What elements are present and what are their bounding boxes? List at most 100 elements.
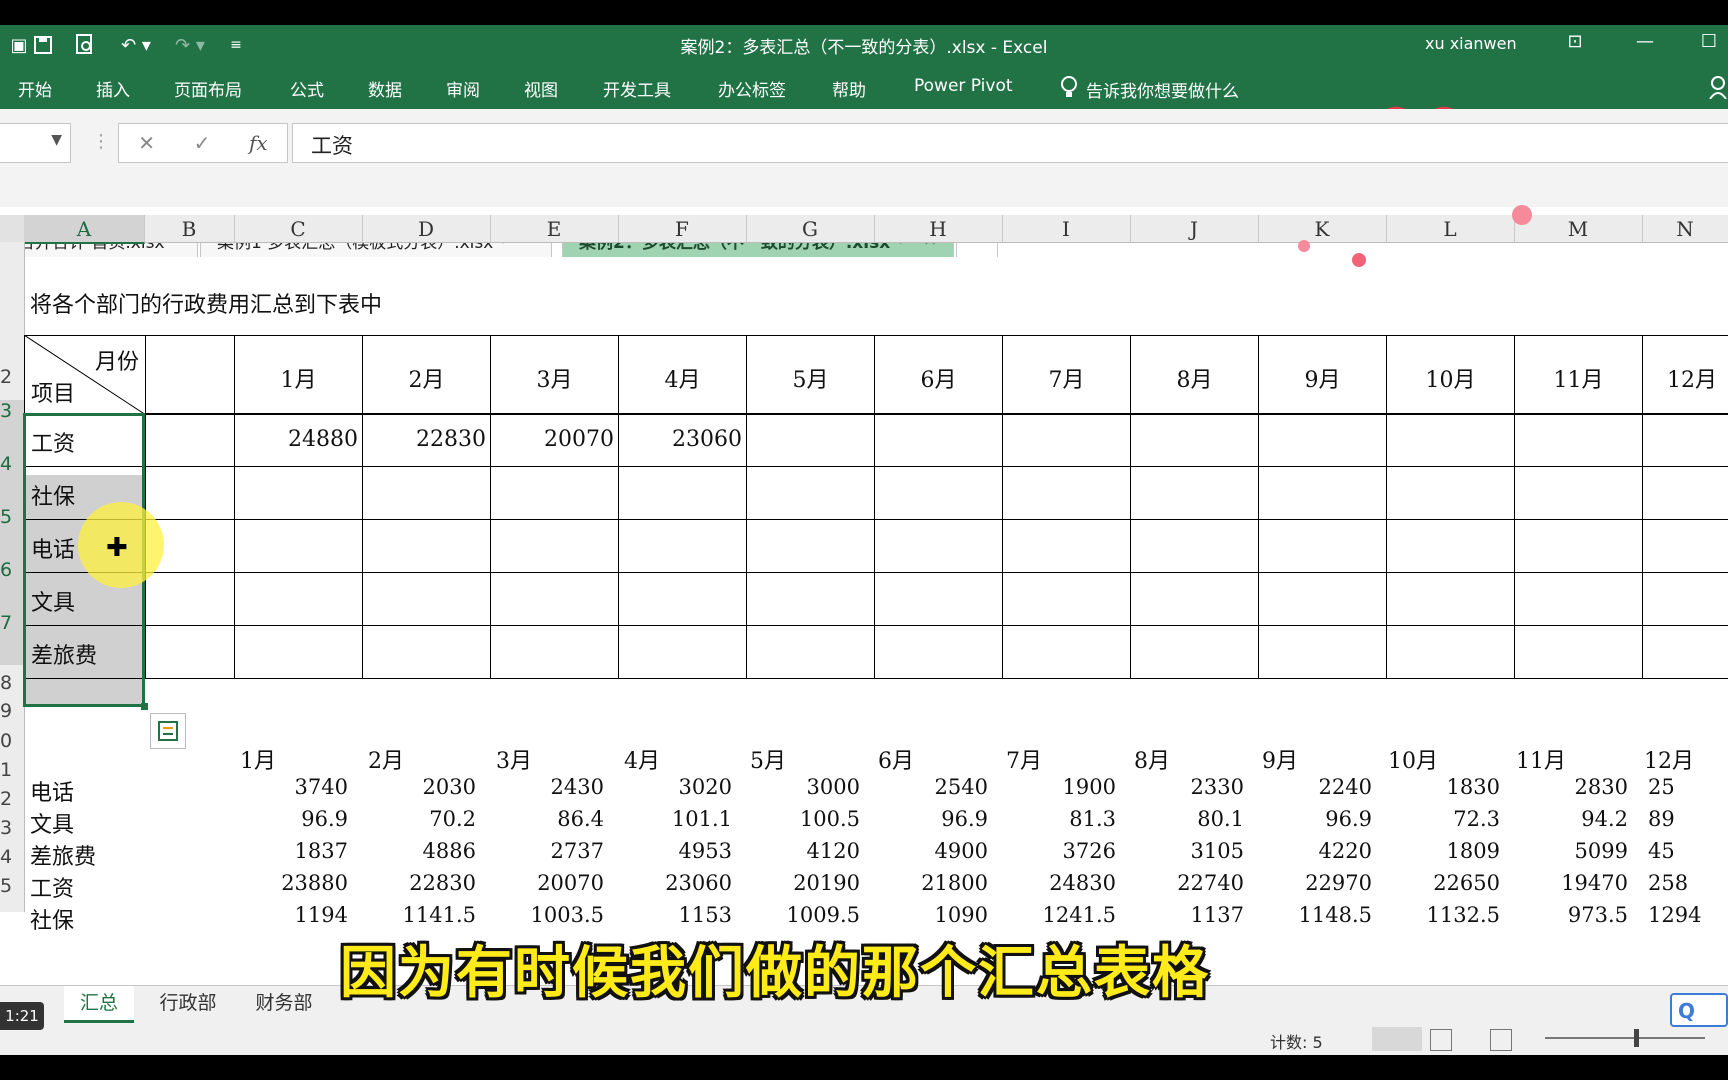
source-value[interactable]: 96.9 <box>228 807 348 831</box>
table-cell[interactable] <box>1002 519 1131 573</box>
table-cell[interactable] <box>145 625 235 679</box>
column-header[interactable]: J <box>1130 215 1259 242</box>
table-cell[interactable] <box>1642 466 1728 520</box>
source-row-label[interactable]: 社保 <box>30 903 74 935</box>
quick-analysis-icon[interactable] <box>150 713 186 749</box>
table-cell[interactable] <box>1258 625 1387 679</box>
row-header[interactable]: 6 <box>0 559 24 612</box>
source-value[interactable]: 3726 <box>996 839 1116 863</box>
month-header-cell[interactable]: 7月 <box>1002 335 1131 415</box>
column-header[interactable]: G <box>746 215 875 242</box>
tab-home[interactable]: 开始 <box>18 76 52 101</box>
source-value[interactable]: 1900 <box>996 775 1116 799</box>
source-value[interactable]: 258 <box>1648 871 1688 895</box>
source-value[interactable]: 2430 <box>484 775 604 799</box>
source-value[interactable]: 2030 <box>356 775 476 799</box>
ribbon-display-icon[interactable]: ⊡ <box>1560 31 1590 57</box>
source-value[interactable]: 1148.5 <box>1252 903 1372 927</box>
tell-me-box[interactable]: 告诉我你想要做什么 <box>1060 75 1239 104</box>
source-month-header[interactable]: 6月 <box>878 743 914 775</box>
source-value[interactable]: 89 <box>1648 807 1675 831</box>
source-value[interactable]: 1003.5 <box>484 903 604 927</box>
column-header[interactable]: K <box>1258 215 1387 242</box>
source-value[interactable]: 1194 <box>228 903 348 927</box>
source-value[interactable]: 2737 <box>484 839 604 863</box>
table-cell[interactable] <box>490 572 619 626</box>
name-box[interactable]: ▼ <box>0 123 71 163</box>
row-header[interactable]: 4 <box>0 846 24 868</box>
month-header-cell[interactable]: 8月 <box>1130 335 1259 415</box>
source-value[interactable]: 96.9 <box>1252 807 1372 831</box>
tab-power-pivot[interactable]: Power Pivot <box>914 76 1013 96</box>
row-header[interactable]: 5 <box>0 506 24 559</box>
table-cell[interactable] <box>490 466 619 520</box>
tab-help[interactable]: 帮助 <box>832 76 866 101</box>
table-cell[interactable] <box>234 466 363 520</box>
source-value[interactable]: 3105 <box>1124 839 1244 863</box>
zoom-slider-thumb[interactable] <box>1634 1029 1639 1047</box>
sheet-tab-admin[interactable]: 行政部 <box>144 986 232 1020</box>
source-value[interactable]: 4900 <box>868 839 988 863</box>
tab-review[interactable]: 审阅 <box>446 76 480 101</box>
source-value[interactable]: 4120 <box>740 839 860 863</box>
sheet-tab-finance[interactable]: 财务部 <box>240 986 328 1020</box>
source-month-header[interactable]: 3月 <box>496 743 532 775</box>
table-cell[interactable] <box>1386 572 1515 626</box>
table-cell[interactable] <box>145 335 235 415</box>
column-header[interactable]: L <box>1386 215 1515 242</box>
source-value[interactable]: 1137 <box>1124 903 1244 927</box>
month-header-cell[interactable]: 4月 <box>618 335 747 415</box>
table-cell[interactable] <box>746 413 875 467</box>
table-cell[interactable] <box>1002 466 1131 520</box>
normal-view-icon[interactable] <box>1372 1027 1422 1051</box>
table-cell[interactable] <box>874 413 1003 467</box>
table-cell[interactable] <box>1258 572 1387 626</box>
row-header[interactable]: 1 <box>0 759 24 781</box>
table-cell[interactable] <box>1642 413 1728 467</box>
tab-data[interactable]: 数据 <box>368 76 402 101</box>
month-header-cell[interactable]: 12月 <box>1642 335 1728 415</box>
source-value[interactable]: 23880 <box>228 871 348 895</box>
table-cell[interactable] <box>145 413 235 467</box>
source-value[interactable]: 22970 <box>1252 871 1372 895</box>
tab-office-tabs[interactable]: 办公标签 <box>718 76 786 101</box>
table-cell[interactable] <box>1514 625 1643 679</box>
row-header[interactable]: 0 <box>0 730 24 752</box>
source-value[interactable]: 45 <box>1648 839 1675 863</box>
tab-formulas[interactable]: 公式 <box>290 76 324 101</box>
source-value[interactable]: 2330 <box>1124 775 1244 799</box>
table-cell[interactable] <box>618 572 747 626</box>
table-cell[interactable] <box>234 572 363 626</box>
table-cell[interactable] <box>1130 413 1259 467</box>
source-month-header[interactable]: 5月 <box>750 743 786 775</box>
source-value[interactable]: 1294 <box>1648 903 1701 927</box>
source-value[interactable]: 1132.5 <box>1380 903 1500 927</box>
table-cell[interactable] <box>1130 625 1259 679</box>
table-cell[interactable] <box>1514 466 1643 520</box>
table-cell[interactable] <box>1642 519 1728 573</box>
page-break-icon[interactable] <box>1490 1029 1512 1051</box>
source-value[interactable]: 1009.5 <box>740 903 860 927</box>
sheet-heading[interactable]: 将各个部门的行政费用汇总到下表中 <box>30 287 382 319</box>
table-cell[interactable] <box>1002 625 1131 679</box>
source-month-header[interactable]: 10月 <box>1388 743 1438 775</box>
source-value[interactable]: 1241.5 <box>996 903 1116 927</box>
source-value[interactable]: 86.4 <box>484 807 604 831</box>
formula-input[interactable]: 工资 <box>292 123 1728 163</box>
source-value[interactable]: 80.1 <box>1124 807 1244 831</box>
row-header[interactable]: 2 <box>0 366 24 388</box>
fill-handle[interactable] <box>141 703 148 710</box>
table-cell[interactable] <box>1130 519 1259 573</box>
table-cell[interactable] <box>618 625 747 679</box>
source-value[interactable]: 4886 <box>356 839 476 863</box>
table-cell[interactable] <box>145 572 235 626</box>
month-header-cell[interactable]: 11月 <box>1514 335 1643 415</box>
month-header-cell[interactable]: 1月 <box>234 335 363 415</box>
source-value[interactable]: 4953 <box>612 839 732 863</box>
table-cell[interactable] <box>746 572 875 626</box>
row-header[interactable]: 2 <box>0 788 24 810</box>
column-header[interactable]: I <box>1002 215 1131 242</box>
table-cell[interactable] <box>1130 466 1259 520</box>
row-header[interactable]: 3 <box>0 817 24 839</box>
row-header[interactable]: 3 <box>0 400 24 453</box>
